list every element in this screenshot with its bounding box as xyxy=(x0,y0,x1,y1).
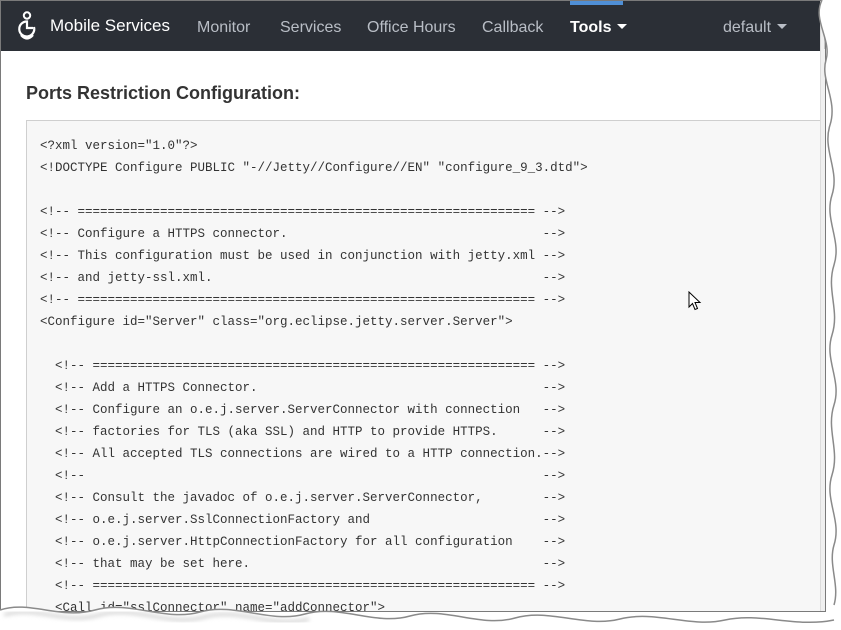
scrollbar-thumb[interactable] xyxy=(824,23,825,49)
nav-monitor[interactable]: Monitor xyxy=(197,18,250,38)
screenshot-stage: Mobile Services Monitor Services Office … xyxy=(0,0,841,630)
nav-tools-label: Tools xyxy=(570,19,612,36)
app-window: Mobile Services Monitor Services Office … xyxy=(0,0,826,612)
caret-down-icon xyxy=(777,24,788,30)
genesys-g-icon[interactable] xyxy=(15,11,39,43)
nav-callback[interactable]: Callback xyxy=(482,18,543,38)
mouse-pointer-icon xyxy=(688,291,702,311)
nav-office-hours[interactable]: Office Hours xyxy=(367,18,456,38)
xml-config-code: <?xml version="1.0"?> <!DOCTYPE Configur… xyxy=(40,139,588,612)
account-label: default xyxy=(723,19,772,36)
nav-services[interactable]: Services xyxy=(280,18,341,38)
code-panel[interactable]: <?xml version="1.0"?> <!DOCTYPE Configur… xyxy=(26,120,825,612)
account-dropdown[interactable]: default xyxy=(723,18,788,38)
top-navigation-bar: Mobile Services Monitor Services Office … xyxy=(1,1,825,51)
caret-down-icon xyxy=(617,24,628,30)
app-brand-title[interactable]: Mobile Services xyxy=(50,16,170,36)
vertical-scrollbar[interactable] xyxy=(820,1,825,611)
nav-tools-dropdown[interactable]: Tools xyxy=(570,18,628,38)
active-tab-indicator xyxy=(570,1,623,5)
page-title: Ports Restriction Configuration: xyxy=(26,83,300,103)
